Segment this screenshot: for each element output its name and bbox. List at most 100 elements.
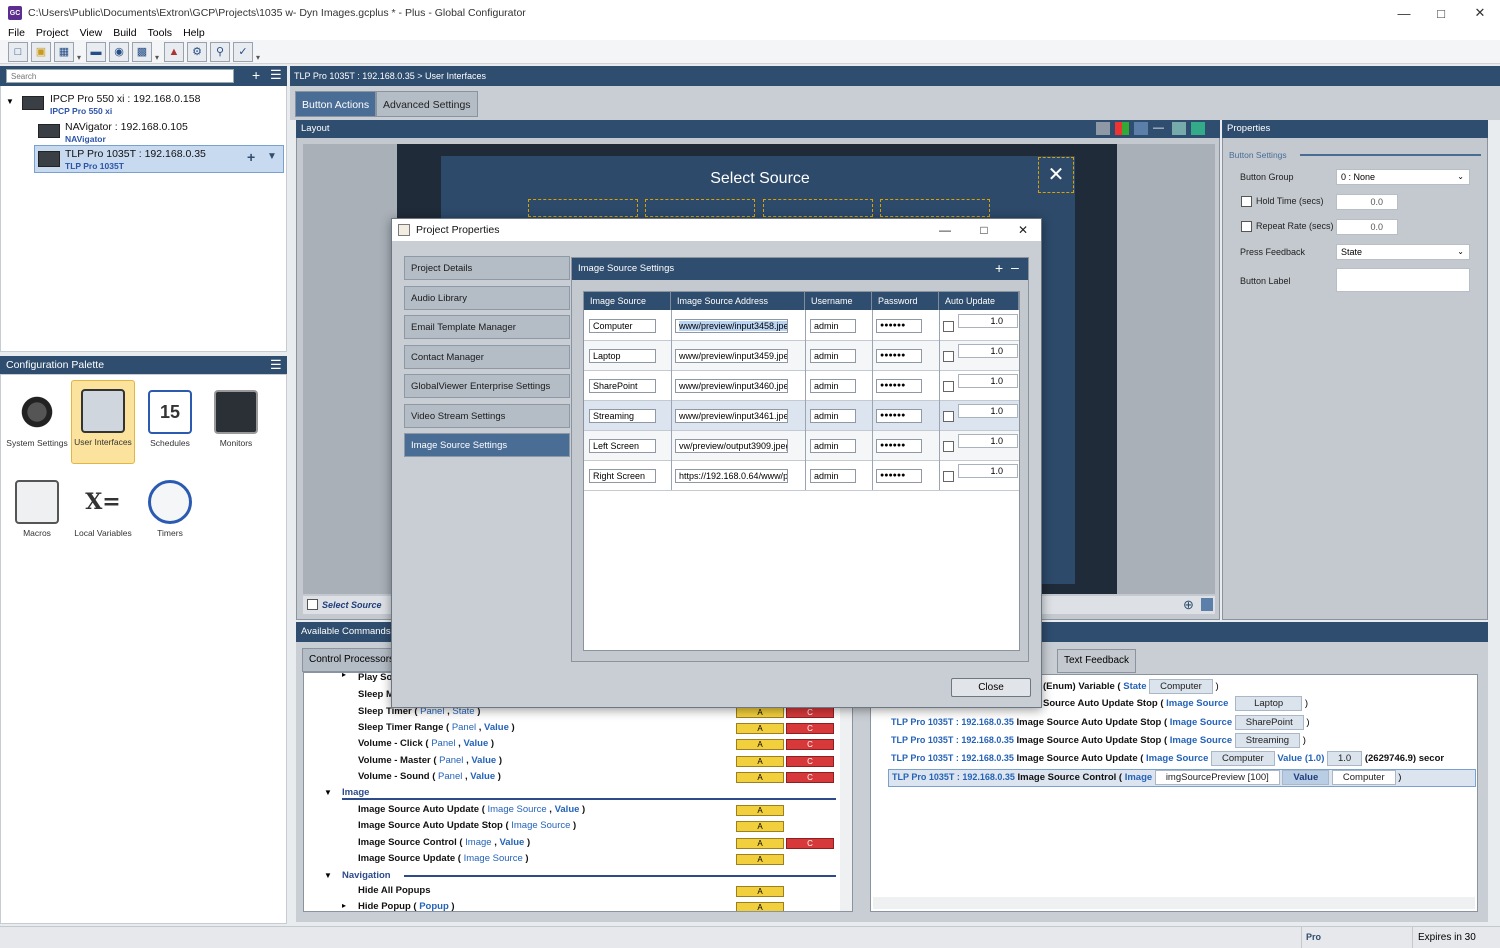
auto-update-checkbox[interactable]	[943, 441, 954, 452]
expand-icon[interactable]: ▸	[342, 673, 346, 679]
collapse-icon[interactable]: ▼	[324, 871, 332, 880]
horizontal-scrollbar[interactable]	[873, 897, 1475, 909]
close-button[interactable]: Close	[951, 678, 1031, 697]
menu-view[interactable]: View	[80, 27, 103, 39]
menu-build[interactable]: Build	[113, 27, 136, 39]
action-row[interactable]: Source Auto Update Stop ( Image Source L…	[1043, 696, 1308, 712]
tree-item-tlp[interactable]: TLP Pro 1035T : 192.168.0.35 TLP Pro 103…	[34, 145, 284, 173]
source-button[interactable]	[880, 199, 990, 217]
remove-icon[interactable]: –	[1011, 259, 1019, 275]
action-row-selected[interactable]: TLP Pro 1035T : 192.168.0.35 Image Sourc…	[888, 769, 1476, 787]
maximize-button[interactable]: □	[1422, 0, 1460, 26]
view-icon[interactable]	[1134, 122, 1148, 135]
popup-close-button[interactable]: ✕	[1038, 157, 1074, 193]
tab-control-processors[interactable]: Control Processors	[302, 648, 402, 672]
deploy-icon[interactable]: ⚙	[187, 41, 207, 62]
table-row[interactable]: Right Screen https://192.168.0.64/www/pr…	[584, 461, 1019, 491]
badge-a[interactable]: A	[736, 805, 784, 816]
column-header[interactable]: Username	[805, 292, 872, 310]
add-icon[interactable]: +	[252, 67, 260, 83]
action-row[interactable]: TLP Pro 1035T : 192.168.0.35 Image Sourc…	[891, 751, 1444, 767]
auto-update-checkbox[interactable]	[943, 321, 954, 332]
collapse-icon[interactable]: —	[1153, 122, 1167, 135]
menu-file[interactable]: File	[8, 27, 25, 39]
menu-tools[interactable]: Tools	[148, 27, 173, 39]
search-input[interactable]	[6, 69, 234, 83]
action-param[interactable]: Value	[1282, 770, 1330, 785]
repeat-rate-checkbox[interactable]	[1241, 221, 1252, 232]
grid-icon[interactable]	[1096, 122, 1110, 135]
command-row[interactable]: Image Source Control ( Image , Value ) A…	[304, 836, 834, 852]
layout-icon[interactable]: ▩	[132, 41, 152, 62]
param-value[interactable]: 1.0	[1327, 751, 1363, 766]
zoom-icon[interactable]: ⊕	[1183, 597, 1194, 613]
button-group-select[interactable]: 0 : None ⌄	[1336, 169, 1470, 185]
new-file-icon[interactable]: □	[8, 41, 28, 62]
network-icon[interactable]: ◉	[109, 41, 129, 62]
nav-globalviewer-enterprise[interactable]: GlobalViewer Enterprise Settings	[404, 374, 570, 398]
badge-a[interactable]: A	[736, 902, 784, 911]
collapse-icon[interactable]: ▼	[324, 788, 332, 797]
source-name-input[interactable]: SharePoint	[589, 379, 656, 393]
expand-icon[interactable]: ▸	[342, 901, 346, 910]
badge-a[interactable]: A	[736, 772, 784, 783]
auto-update-spinner[interactable]: 1.0	[958, 404, 1018, 418]
source-address-input[interactable]: https://192.168.0.64/www/pr	[675, 469, 788, 483]
source-name-input[interactable]: Right Screen	[589, 469, 656, 483]
badge-c[interactable]: C	[786, 756, 834, 767]
username-input[interactable]: admin	[810, 409, 856, 423]
badge-c[interactable]: C	[786, 739, 834, 750]
zoom-fit-icon[interactable]	[1201, 598, 1213, 611]
add-icon[interactable]: +	[247, 149, 255, 165]
repeat-rate-spinner[interactable]: 0.0	[1336, 219, 1398, 235]
source-address-input[interactable]: www/preview/input3461.jpeg	[675, 409, 788, 423]
palette-user-interfaces[interactable]: User Interfaces	[71, 380, 135, 464]
tab-advanced-settings[interactable]: Advanced Settings	[376, 91, 478, 117]
source-name-input[interactable]: Laptop	[589, 349, 656, 363]
nav-video-stream-settings[interactable]: Video Stream Settings	[404, 404, 570, 428]
badge-a[interactable]: A	[736, 723, 784, 734]
action-row[interactable]: (Enum) Variable ( State Computer )	[1043, 679, 1219, 695]
check-icon[interactable]: ✓	[233, 41, 253, 62]
menu-help[interactable]: Help	[183, 27, 205, 39]
source-address-input[interactable]: www/preview/input3459.jpeg	[675, 349, 788, 363]
source-button[interactable]	[528, 199, 638, 217]
badge-a[interactable]: A	[736, 739, 784, 750]
device-icon[interactable]: ▬	[86, 41, 106, 62]
table-row[interactable]: Laptop www/preview/input3459.jpeg admin …	[584, 341, 1019, 371]
badge-a[interactable]: A	[736, 821, 784, 832]
preview-icon[interactable]	[1172, 122, 1186, 135]
open-folder-icon[interactable]: ▣	[31, 41, 51, 62]
column-header[interactable]: Image Source Address	[671, 292, 805, 310]
password-input[interactable]: ●●●●●●	[876, 349, 922, 363]
palette-macros[interactable]: Macros	[5, 472, 69, 558]
hold-time-spinner[interactable]: 0.0	[1336, 194, 1398, 210]
badge-a[interactable]: A	[736, 707, 784, 718]
nav-image-source-settings[interactable]: Image Source Settings	[404, 433, 570, 457]
password-input[interactable]: ●●●●●●	[876, 469, 922, 483]
action-row[interactable]: TLP Pro 1035T : 192.168.0.35 Image Sourc…	[891, 733, 1306, 749]
param-value[interactable]: Streaming	[1234, 733, 1301, 748]
tree-item-navigator[interactable]: NAVigator : 192.168.0.105 NAVigator	[0, 118, 285, 146]
source-name-input[interactable]: Computer	[589, 319, 656, 333]
param-value[interactable]: SharePoint	[1234, 715, 1304, 730]
command-row[interactable]: Volume - Click ( Panel , Value ) A C	[304, 737, 834, 753]
source-address-input[interactable]: www/preview/input3458.jpeg	[675, 319, 788, 333]
badge-a[interactable]: A	[736, 886, 784, 897]
nav-email-template-manager[interactable]: Email Template Manager	[404, 315, 570, 339]
action-row[interactable]: TLP Pro 1035T : 192.168.0.35 Image Sourc…	[891, 715, 1310, 731]
username-input[interactable]: admin	[810, 349, 856, 363]
page-checkbox[interactable]	[307, 599, 318, 610]
auto-update-spinner[interactable]: 1.0	[958, 464, 1018, 478]
collapse-icon[interactable]: ▼	[6, 97, 14, 106]
badge-c[interactable]: C	[786, 838, 834, 849]
badge-a[interactable]: A	[736, 838, 784, 849]
hold-time-checkbox[interactable]	[1241, 196, 1252, 207]
username-input[interactable]: admin	[810, 379, 856, 393]
palette-timers[interactable]: Timers	[138, 472, 202, 558]
password-input[interactable]: ●●●●●●	[876, 439, 922, 453]
badge-a[interactable]: A	[736, 854, 784, 865]
command-row[interactable]: Sleep Timer Range ( Panel , Value ) A C	[304, 721, 834, 737]
tree-item-ipcp[interactable]: ▼ IPCP Pro 550 xi : 192.168.0.158 IPCP P…	[0, 90, 285, 118]
add-icon[interactable]: +	[995, 260, 1003, 276]
